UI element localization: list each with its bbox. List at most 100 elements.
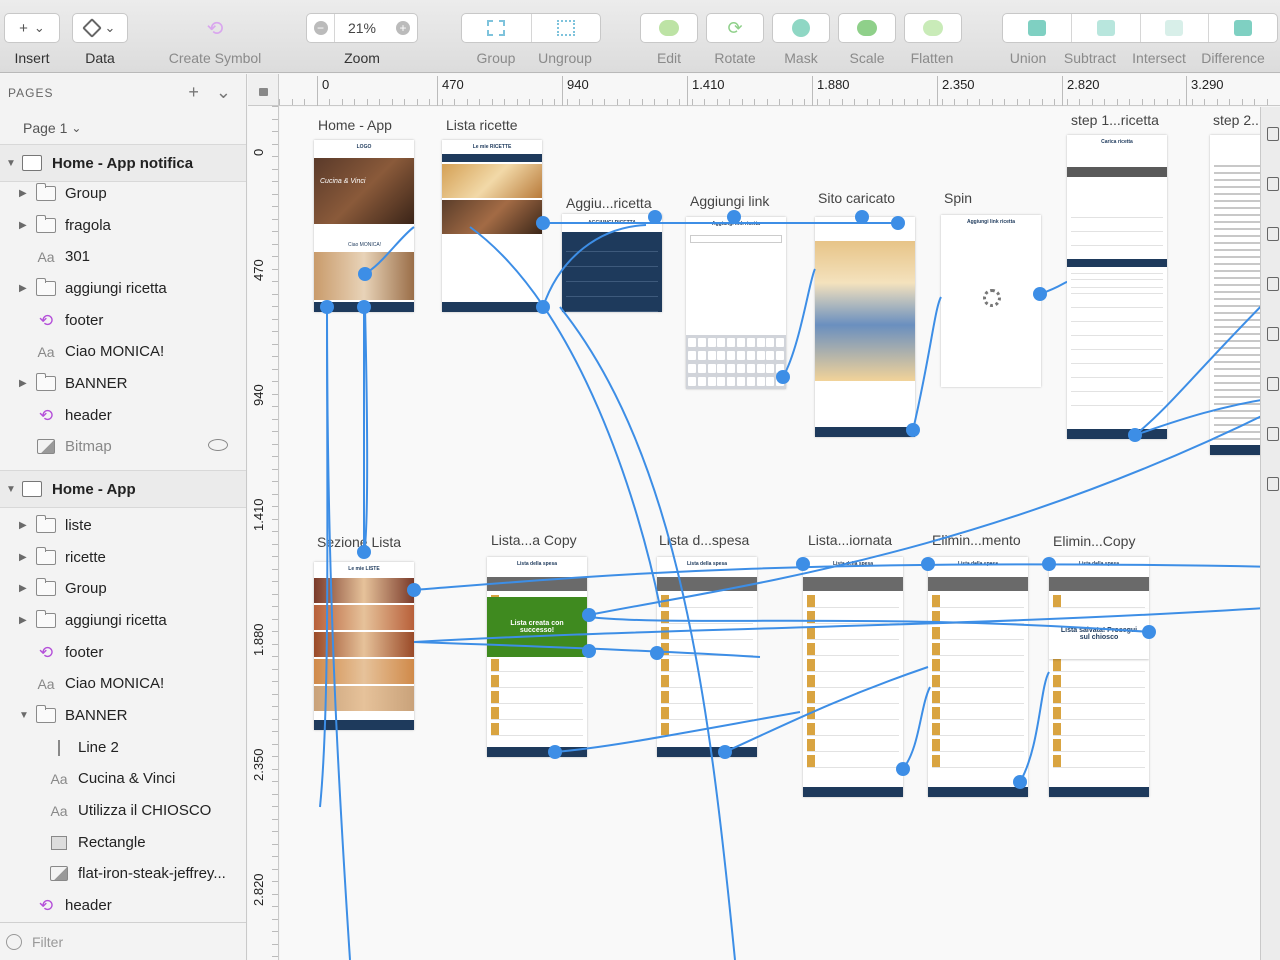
flatten-button[interactable] <box>904 13 962 43</box>
artboard-title[interactable]: Lista...a Copy <box>491 532 577 548</box>
layer-row[interactable]: Aa 301 <box>0 241 246 272</box>
ungroup-button[interactable] <box>532 14 601 42</box>
artboard-title[interactable]: Aggiu...ricetta <box>566 195 652 211</box>
artboard-title[interactable]: step 2... <box>1213 112 1263 128</box>
artboard[interactable]: Le mie LISTE <box>314 562 414 730</box>
artboard[interactable] <box>815 217 915 437</box>
chevron-down-icon[interactable]: ⌄ <box>216 82 232 103</box>
artboard[interactable]: Lista della spesa Lista salvata! Prosegui… <box>1049 557 1149 797</box>
resize-icon[interactable] <box>1267 227 1279 241</box>
disclosure-closed-icon[interactable]: ▶ <box>19 583 27 594</box>
layer-row[interactable]: ▶ Group <box>0 573 246 604</box>
flow-connection[interactable] <box>782 268 816 378</box>
disclosure-closed-icon[interactable]: ▶ <box>19 283 27 294</box>
artboard-title[interactable]: Lista d...spesa <box>659 532 749 548</box>
layer-row[interactable]: ⟲ footer <box>0 637 246 668</box>
align-icon[interactable] <box>1267 127 1279 141</box>
disclosure-closed-icon[interactable]: ▶ <box>19 520 27 531</box>
eye-hidden-icon[interactable] <box>208 439 228 451</box>
layer-row[interactable]: ▼ Home - App notifica <box>0 144 246 182</box>
layer-row[interactable]: Line 2 <box>0 732 246 763</box>
flow-connection[interactable] <box>912 296 942 431</box>
artboard-title[interactable]: Spin <box>944 190 972 206</box>
filter-input[interactable]: Filter <box>32 934 63 950</box>
mask-button[interactable] <box>772 13 830 43</box>
zoom-out-button[interactable]: − <box>307 14 335 42</box>
layer-row[interactable]: ▶ aggiungi ricetta <box>0 605 246 636</box>
layer-row[interactable]: Aa Utilizza il CHIOSCO <box>0 795 246 826</box>
layer-row[interactable]: ▶ Group <box>0 178 246 209</box>
zoom-control[interactable]: − 21% + <box>306 13 418 43</box>
artboard-title[interactable]: Home - App <box>318 117 392 133</box>
insert-tool[interactable]: + ⌄ Insert <box>4 0 60 73</box>
artboard[interactable]: Aggiungi link ricetta <box>941 215 1041 387</box>
subtract-button[interactable] <box>1072 14 1141 42</box>
page-selector[interactable]: Page 1 ⌄ <box>0 111 246 145</box>
layer-row[interactable]: ⟲ header <box>0 400 246 431</box>
layer-row[interactable]: ▼ Home - App <box>0 470 246 508</box>
artboard-title[interactable]: Elimin...mento <box>932 532 1021 548</box>
insert-button[interactable]: + ⌄ <box>4 13 60 43</box>
artboard[interactable]: Le mie RICETTE <box>442 140 542 312</box>
layer-row[interactable]: flat-iron-steak-jeffrey... <box>0 858 246 889</box>
artboard[interactable]: Aggiungi link ricetta <box>686 217 786 389</box>
layer-row[interactable]: Aa Cucina & Vinci <box>0 763 246 794</box>
disclosure-open-icon[interactable]: ▼ <box>6 158 16 169</box>
artboard[interactable]: Lista della spesa Lista creata con succes… <box>487 557 587 757</box>
intersect-button[interactable] <box>1141 14 1210 42</box>
layer-row[interactable]: Bitmap <box>0 431 246 462</box>
layer-row[interactable]: ▼ BANNER <box>0 700 246 731</box>
layer-row[interactable]: Aa Ciao MONICA! <box>0 336 246 367</box>
artboard[interactable]: Lista della spesa <box>657 557 757 757</box>
filter-bar[interactable]: Filter <box>0 922 246 960</box>
difference-button[interactable] <box>1209 14 1277 42</box>
layer-row[interactable]: ▶ BANNER <box>0 368 246 399</box>
data-tool[interactable]: ⌄ Data <box>72 0 128 73</box>
export-icon[interactable] <box>1267 427 1279 441</box>
layer-row[interactable]: ⟲ header <box>0 890 246 921</box>
add-page-icon[interactable]: + <box>188 82 200 103</box>
layer-row[interactable]: Rectangle <box>0 827 246 858</box>
rotate-button[interactable]: ⟳ <box>706 13 764 43</box>
flow-connection[interactable] <box>1039 281 1068 295</box>
flow-connection[interactable] <box>319 306 329 808</box>
data-button[interactable]: ⌄ <box>72 13 128 43</box>
ruler-horizontal[interactable]: 0 470 940 1.410 1.880 2.350 2.820 3.290 <box>279 74 1280 106</box>
disclosure-closed-icon[interactable]: ▶ <box>19 188 27 199</box>
create-symbol-button[interactable]: ⟲ <box>187 13 243 43</box>
artboard[interactable]: Lista della spesa <box>928 557 1028 797</box>
create-symbol-tool[interactable]: ⟲ Create Symbol <box>160 0 270 73</box>
disclosure-closed-icon[interactable]: ▶ <box>19 378 27 389</box>
artboard[interactable]: Carica ricetta <box>1067 135 1167 439</box>
ruler-vertical[interactable]: 0 470 940 1.410 1.880 2.350 2.820 <box>248 106 279 960</box>
artboard[interactable]: Lista della spesa <box>803 557 903 797</box>
zoom-value[interactable]: 21% <box>335 14 389 42</box>
disclosure-closed-icon[interactable]: ▶ <box>19 552 27 563</box>
layer-row[interactable]: ▶ fragola <box>0 210 246 241</box>
artboard-title[interactable]: Sezione Lista <box>317 534 401 550</box>
prototype-icon[interactable] <box>1267 327 1279 341</box>
layer-row[interactable]: ▶ ricette <box>0 542 246 573</box>
scale-button[interactable] <box>838 13 896 43</box>
disclosure-open-icon[interactable]: ▼ <box>19 710 29 721</box>
zoom-in-button[interactable]: + <box>389 14 417 42</box>
layer-row[interactable]: ⟲ footer <box>0 305 246 336</box>
artboard-title[interactable]: Elimin...Copy <box>1053 533 1135 549</box>
layer-row[interactable]: Aa Ciao MONICA! <box>0 668 246 699</box>
shape-icon[interactable] <box>1267 277 1279 291</box>
flow-connection[interactable] <box>363 306 369 556</box>
artboard-title[interactable]: Lista...iornata <box>808 532 892 548</box>
group-button[interactable] <box>462 14 532 42</box>
distribute-icon[interactable] <box>1267 177 1279 191</box>
layer-row[interactable]: ▶ liste <box>0 510 246 541</box>
artboard-title[interactable]: Aggiungi link <box>690 193 769 209</box>
ruler-corner[interactable] <box>248 74 279 106</box>
union-button[interactable] <box>1003 14 1072 42</box>
disclosure-open-icon[interactable]: ▼ <box>6 484 16 495</box>
artboard-title[interactable]: Lista ricette <box>446 117 518 133</box>
inspect-icon[interactable] <box>1267 477 1279 491</box>
flow-connection[interactable] <box>902 686 931 770</box>
artboard-title[interactable]: step 1...ricetta <box>1071 112 1159 128</box>
disclosure-closed-icon[interactable]: ▶ <box>19 220 27 231</box>
artboard[interactable]: LOGO Cucina & Vinci Ciao MONICA! <box>314 140 414 312</box>
